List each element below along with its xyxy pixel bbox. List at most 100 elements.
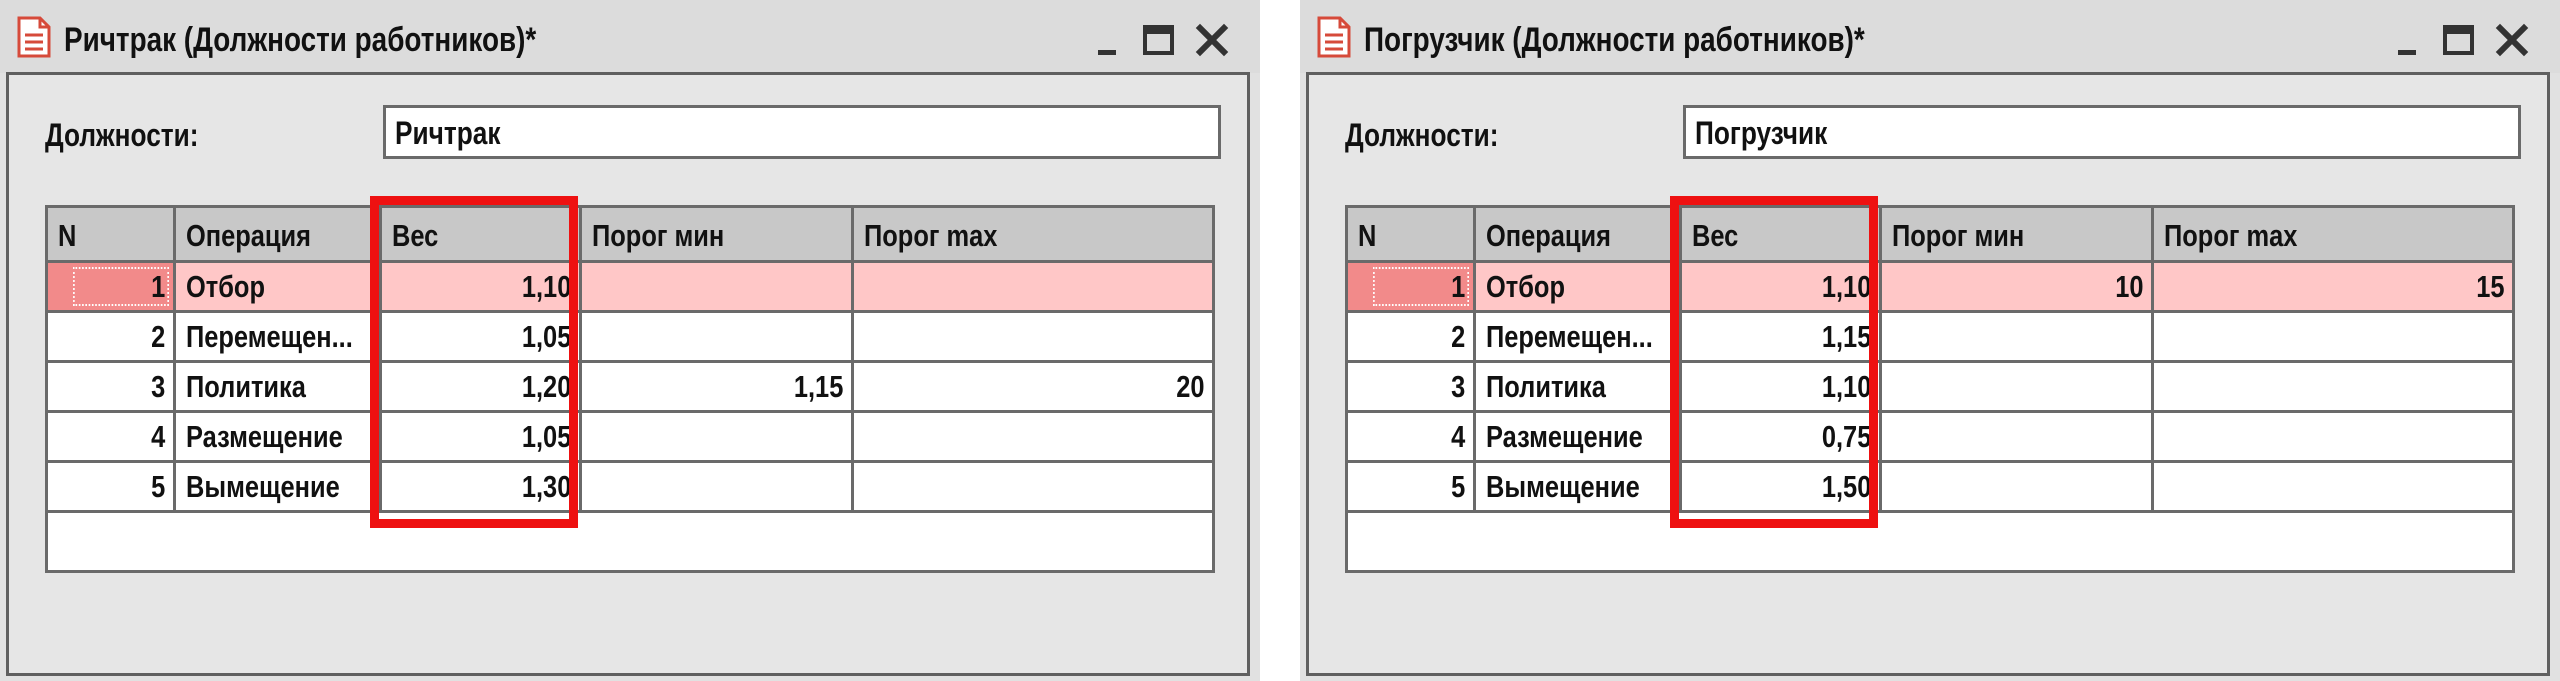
cell-n[interactable]: 3 xyxy=(1348,363,1476,413)
window-title: Ричтрак (Должности работников)* xyxy=(64,21,537,59)
table-row[interactable]: 1 Отбор 1,10 xyxy=(48,263,1212,313)
header-col-weight[interactable]: Вес xyxy=(1682,208,1882,263)
positions-label: Должности: xyxy=(45,117,199,153)
cell-max[interactable] xyxy=(2154,363,2512,413)
cell-min[interactable] xyxy=(1882,363,2154,413)
cell-weight[interactable]: 1,30 xyxy=(382,463,582,513)
table-empty-area[interactable] xyxy=(48,513,1212,570)
cell-weight[interactable]: 0,75 xyxy=(1682,413,1882,463)
cell-max[interactable] xyxy=(854,313,1212,363)
cell-weight[interactable]: 1,10 xyxy=(1682,263,1882,313)
cell-operation[interactable]: Политика xyxy=(176,363,382,413)
cell-weight[interactable]: 1,05 xyxy=(382,413,582,463)
cell-value: 1 xyxy=(150,269,165,304)
cell-min[interactable]: 1,15 xyxy=(582,363,854,413)
form-content: Должности: Ричтрак N Операция Вес Порог мин… xyxy=(6,72,1250,676)
cell-n[interactable]: 1 xyxy=(1348,263,1476,313)
cell-weight[interactable]: 1,05 xyxy=(382,313,582,363)
cell-min[interactable] xyxy=(582,313,854,363)
table-row[interactable]: 2 Перемещен... 1,05 xyxy=(48,313,1212,363)
header-col-min[interactable]: Порог мин xyxy=(1882,208,2154,263)
cell-value: Перемещен... xyxy=(186,319,353,354)
table-row[interactable]: 3 Политика 1,20 1,15 20 xyxy=(48,363,1212,413)
header-col-max[interactable]: Порог max xyxy=(2154,208,2512,263)
header-label: Операция xyxy=(186,218,312,253)
table-row[interactable]: 3 Политика 1,10 xyxy=(1348,363,2512,413)
cell-n[interactable]: 3 xyxy=(48,363,176,413)
cell-operation[interactable]: Размещение xyxy=(176,413,382,463)
header-col-operation[interactable]: Операция xyxy=(1476,208,1682,263)
minimize-icon[interactable] xyxy=(1088,20,1128,60)
cell-n[interactable]: 2 xyxy=(1348,313,1476,363)
cell-min[interactable] xyxy=(1882,313,2154,363)
close-icon[interactable] xyxy=(2492,20,2532,60)
cell-weight[interactable]: 1,15 xyxy=(1682,313,1882,363)
document-icon xyxy=(17,16,51,58)
table-row[interactable]: 1 Отбор 1,10 10 15 xyxy=(1348,263,2512,313)
header-label: Порог max xyxy=(864,218,998,253)
close-icon[interactable] xyxy=(1192,20,1232,60)
cell-max[interactable] xyxy=(2154,413,2512,463)
cell-min[interactable]: 10 xyxy=(1882,263,2154,313)
cell-n[interactable]: 2 xyxy=(48,313,176,363)
cell-max[interactable] xyxy=(2154,313,2512,363)
table-header: N Операция Вес Порог мин Порог max xyxy=(1348,208,2512,263)
cell-weight[interactable]: 1,50 xyxy=(1682,463,1882,513)
cell-value: 0,75 xyxy=(1821,419,1871,454)
cell-min[interactable] xyxy=(582,413,854,463)
maximize-icon[interactable] xyxy=(2438,20,2478,60)
cell-n[interactable]: 1 xyxy=(48,263,176,313)
table-row[interactable]: 4 Размещение 0,75 xyxy=(1348,413,2512,463)
cell-max[interactable] xyxy=(854,413,1212,463)
cell-operation[interactable]: Размещение xyxy=(1476,413,1682,463)
position-name-input[interactable] xyxy=(1683,105,2521,159)
cell-n[interactable]: 4 xyxy=(1348,413,1476,463)
header-label: Порог max xyxy=(2164,218,2298,253)
cell-operation[interactable]: Отбор xyxy=(176,263,382,313)
title-bar[interactable]: Погрузчик (Должности работников)* xyxy=(1300,0,2560,73)
table-row[interactable]: 5 Вымещение 1,50 xyxy=(1348,463,2512,513)
cell-n[interactable]: 4 xyxy=(48,413,176,463)
cell-max[interactable] xyxy=(854,463,1212,513)
header-col-n[interactable]: N xyxy=(1348,208,1476,263)
positions-label: Должности: xyxy=(1345,117,1499,153)
header-col-weight[interactable]: Вес xyxy=(382,208,582,263)
header-label: Порог мин xyxy=(1892,218,2025,253)
cell-operation[interactable]: Отбор xyxy=(1476,263,1682,313)
header-col-operation[interactable]: Операция xyxy=(176,208,382,263)
cell-operation[interactable]: Политика xyxy=(1476,363,1682,413)
cell-value: 1,05 xyxy=(521,419,571,454)
cell-value: 20 xyxy=(1175,369,1204,404)
table-row[interactable]: 4 Размещение 1,05 xyxy=(48,413,1212,463)
maximize-icon[interactable] xyxy=(1138,20,1178,60)
header-col-min[interactable]: Порог мин xyxy=(582,208,854,263)
cell-weight[interactable]: 1,20 xyxy=(382,363,582,413)
cell-n[interactable]: 5 xyxy=(1348,463,1476,513)
position-name-input[interactable] xyxy=(383,105,1221,159)
cell-operation[interactable]: Перемещен... xyxy=(1476,313,1682,363)
minimize-icon[interactable] xyxy=(2388,20,2428,60)
cell-weight[interactable]: 1,10 xyxy=(1682,363,1882,413)
cell-n[interactable]: 5 xyxy=(48,463,176,513)
title-bar[interactable]: Ричтрак (Должности работников)* xyxy=(0,0,1260,73)
cell-max[interactable]: 20 xyxy=(854,363,1212,413)
table-row[interactable]: 5 Вымещение 1,30 xyxy=(48,463,1212,513)
cell-weight[interactable]: 1,10 xyxy=(382,263,582,313)
cell-max[interactable]: 15 xyxy=(2154,263,2512,313)
cell-value: Вымещение xyxy=(1486,469,1640,504)
cell-min[interactable] xyxy=(582,263,854,313)
cell-operation[interactable]: Перемещен... xyxy=(176,313,382,363)
cell-min[interactable] xyxy=(1882,413,2154,463)
cell-operation[interactable]: Вымещение xyxy=(176,463,382,513)
table-row[interactable]: 2 Перемещен... 1,15 xyxy=(1348,313,2512,363)
cell-value: 10 xyxy=(2114,269,2143,304)
cell-operation[interactable]: Вымещение xyxy=(1476,463,1682,513)
header-col-max[interactable]: Порог max xyxy=(854,208,1212,263)
cell-max[interactable] xyxy=(2154,463,2512,513)
cell-min[interactable] xyxy=(582,463,854,513)
cell-min[interactable] xyxy=(1882,463,2154,513)
cell-value: Отбор xyxy=(186,269,265,304)
cell-max[interactable] xyxy=(854,263,1212,313)
header-col-n[interactable]: N xyxy=(48,208,176,263)
table-empty-area[interactable] xyxy=(1348,513,2512,570)
